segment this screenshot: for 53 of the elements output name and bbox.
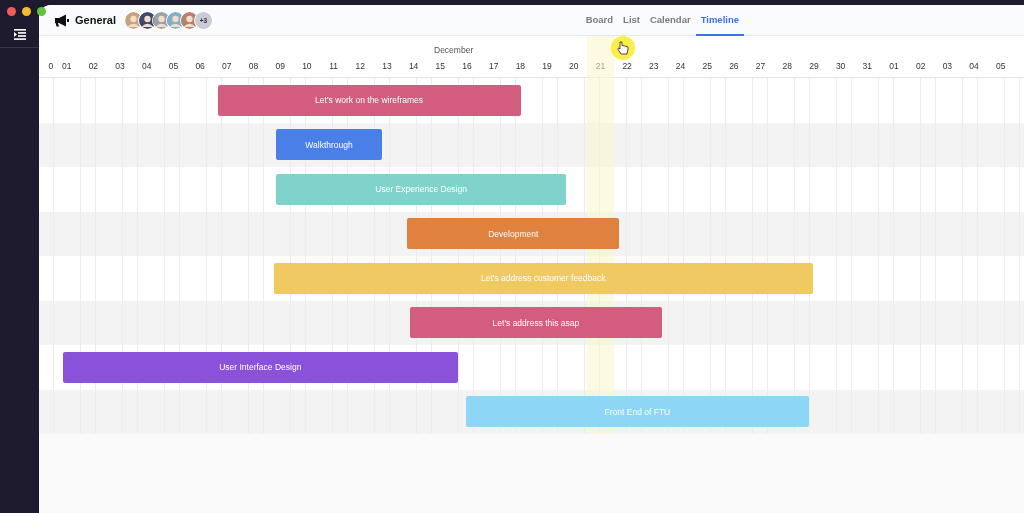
close-window-button[interactable]	[7, 7, 16, 16]
megaphone-icon	[54, 13, 69, 27]
task-bar[interactable]: Development	[407, 218, 620, 249]
day-label: 16	[461, 61, 473, 71]
day-label: 27	[754, 61, 767, 71]
menu-icon[interactable]	[13, 29, 26, 40]
day-label: 10	[301, 61, 313, 71]
day-label: 28	[781, 61, 793, 71]
day-label: 14	[407, 61, 420, 71]
task-bar[interactable]: User Interface Design	[62, 351, 458, 383]
maximize-window-button[interactable]	[37, 7, 46, 16]
day-label: 29	[808, 61, 820, 71]
month-label: December	[434, 45, 474, 55]
day-label: 04	[968, 61, 980, 71]
day-label: 17	[487, 61, 500, 71]
day-label: 23	[648, 61, 660, 71]
day-label: 05	[167, 61, 180, 71]
day-label: 03	[941, 61, 954, 71]
day-label: 12	[354, 61, 366, 71]
day-label: 03	[114, 61, 126, 71]
hand-cursor-icon	[617, 41, 629, 55]
day-label: 06	[194, 61, 206, 71]
day-label: 20	[568, 61, 580, 71]
day-label: 25	[701, 61, 713, 71]
day-label: 02	[914, 61, 927, 71]
day-label: 24	[674, 61, 687, 71]
day-label: 0	[47, 61, 54, 71]
minimize-window-button[interactable]	[22, 7, 31, 16]
day-label: 31	[861, 61, 874, 71]
day-label: 05	[995, 61, 1007, 71]
view-tab[interactable]: List	[618, 5, 645, 36]
project-title: General	[75, 14, 116, 26]
day-label: 11	[328, 61, 339, 71]
day-label: 01	[60, 61, 73, 71]
day-label: 21	[594, 61, 607, 71]
day-label: 09	[274, 61, 286, 71]
day-label: 26	[728, 61, 740, 71]
day-label: 07	[221, 61, 233, 71]
task-bar[interactable]: Walkthrough	[276, 129, 382, 160]
day-label: 02	[87, 61, 100, 71]
day-label: 04	[141, 61, 153, 71]
view-tab[interactable]: Calendar	[644, 5, 696, 36]
day-label: 30	[834, 61, 847, 71]
day-label: 18	[514, 61, 527, 71]
day-label: 08	[247, 61, 260, 71]
task-bar[interactable]: Let's address this asap	[409, 307, 663, 338]
task-bar[interactable]: Let's work on the wireframes	[217, 84, 521, 116]
view-tab[interactable]: Board	[580, 5, 619, 36]
day-label: 22	[621, 61, 633, 71]
day-label: 13	[381, 61, 393, 71]
day-label: 19	[541, 61, 553, 71]
day-label: 01	[888, 61, 900, 71]
day-label: 15	[434, 61, 447, 71]
